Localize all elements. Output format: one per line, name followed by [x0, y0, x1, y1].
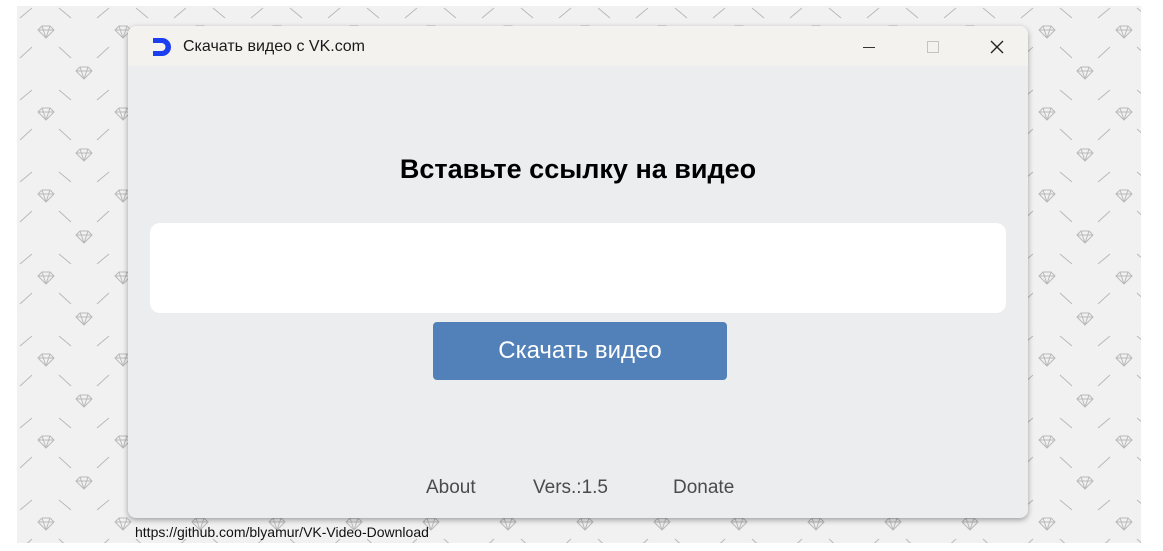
vk-download-icon: [153, 38, 171, 56]
close-button[interactable]: [974, 32, 1020, 62]
download-video-button[interactable]: Скачать видео: [433, 322, 727, 380]
app-window: Скачать видео с VK.com Вставьте ссылку н…: [128, 26, 1028, 518]
title-bar[interactable]: Скачать видео с VK.com: [128, 26, 1028, 66]
maximize-button[interactable]: [910, 32, 956, 62]
version-label: Vers.:1.5: [533, 477, 608, 498]
donate-link[interactable]: Donate: [673, 477, 734, 499]
maximize-icon: [927, 41, 939, 53]
window-title: Скачать видео с VK.com: [183, 38, 365, 55]
minimize-icon: [863, 47, 875, 48]
about-link[interactable]: About: [426, 477, 476, 499]
close-icon: [990, 40, 1004, 54]
minimize-button[interactable]: [846, 32, 892, 62]
video-url-input[interactable]: [150, 223, 1006, 313]
status-bar-url: https://github.com/blyamur/VK-Video-Down…: [135, 524, 429, 540]
page-heading: Вставьте ссылку на видео: [399, 154, 757, 184]
